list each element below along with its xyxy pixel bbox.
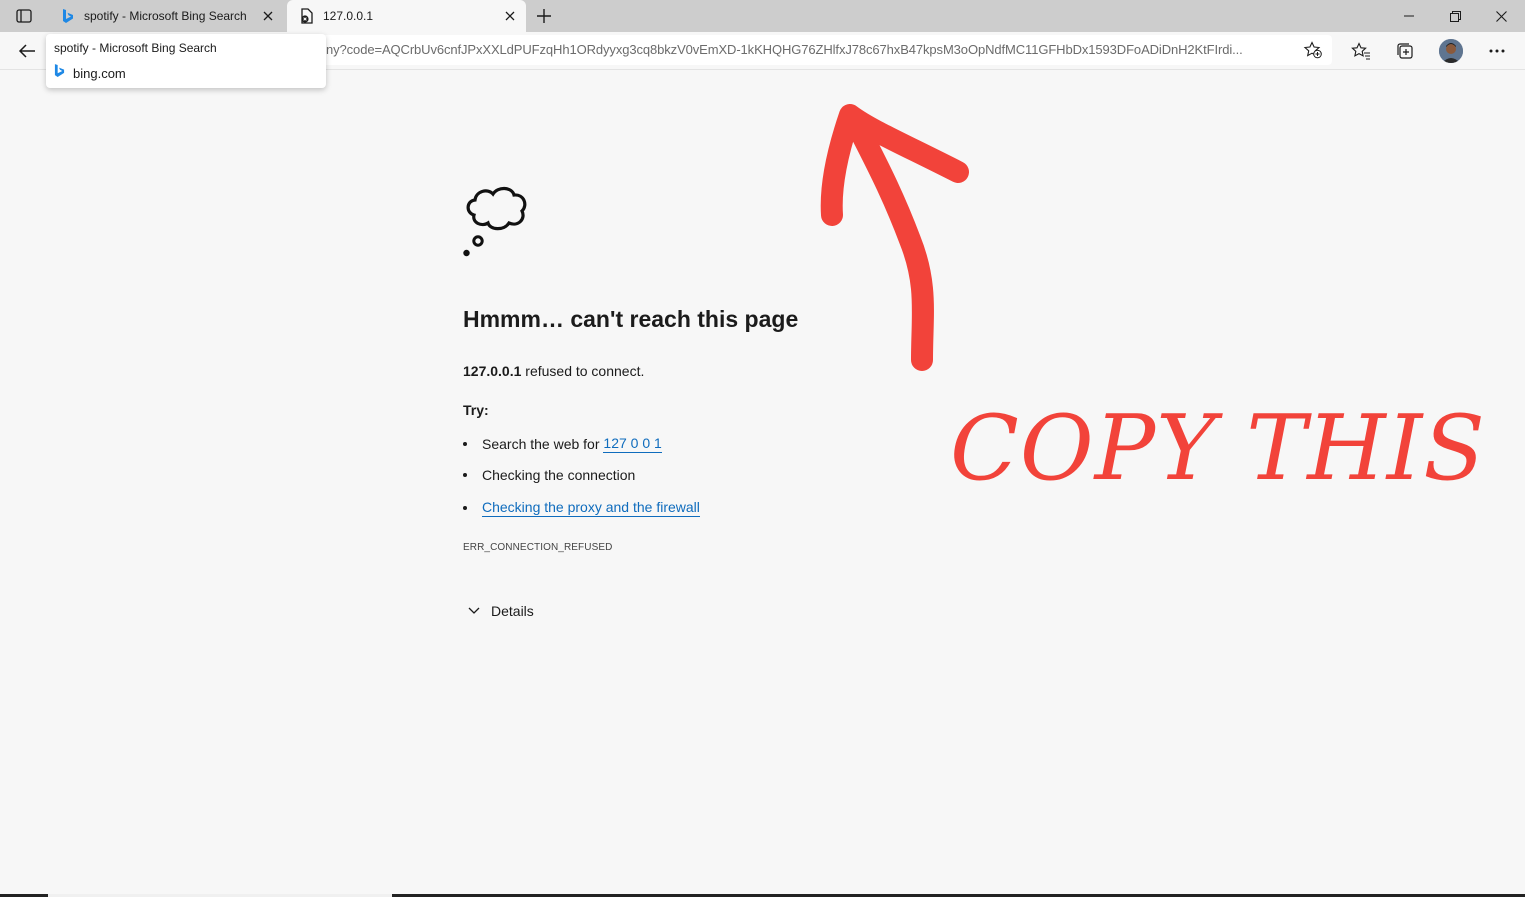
- details-label: Details: [491, 603, 534, 619]
- suggestion-search-text: Search the web for: [482, 436, 604, 452]
- chevron-down-icon: [463, 600, 485, 622]
- settings-more-button[interactable]: [1482, 36, 1512, 66]
- document-error-icon: [299, 8, 315, 24]
- tab-strip: spotify - Microsoft Bing Search 127.0.0.…: [0, 0, 1525, 32]
- close-window-button[interactable]: [1478, 0, 1524, 32]
- plus-icon: [537, 9, 551, 23]
- bing-icon: [54, 64, 65, 83]
- minimize-icon: [1404, 15, 1414, 17]
- hover-card-domain-row: bing.com: [54, 64, 126, 83]
- favorites-star-list-icon: [1351, 42, 1370, 60]
- tab-actions-menu-button[interactable]: [10, 5, 38, 27]
- tab-hover-card: spotify - Microsoft Bing Search bing.com: [46, 34, 326, 88]
- try-label: Try:: [463, 402, 489, 418]
- bullet-dot: [463, 473, 467, 477]
- close-icon: [505, 11, 515, 21]
- tab-localhost[interactable]: 127.0.0.1: [287, 0, 526, 32]
- tab-bing-search[interactable]: spotify - Microsoft Bing Search: [48, 0, 284, 32]
- minimize-button[interactable]: [1386, 0, 1432, 32]
- tab-title: 127.0.0.1: [323, 9, 374, 23]
- annotation-arrow: [820, 104, 969, 371]
- close-tab-button[interactable]: [256, 4, 280, 28]
- error-host: 127.0.0.1: [463, 363, 522, 379]
- bullet-dot: [463, 506, 467, 510]
- arrow-left-icon: [18, 44, 35, 58]
- error-message-text: refused to connect.: [521, 363, 645, 379]
- url-text[interactable]: ny?code=AQCrbUv6cnfJPxXXLdPUFzqHh1ORdyyx…: [326, 42, 1288, 57]
- details-button[interactable]: Details: [463, 600, 534, 622]
- profile-button[interactable]: [1436, 36, 1466, 66]
- suggestion-connection-text: Checking the connection: [482, 467, 636, 483]
- close-icon: [1495, 10, 1507, 22]
- avatar: [1439, 39, 1463, 63]
- thought-cloud-icon: [463, 186, 527, 257]
- annotation-text: COPY THIS: [950, 396, 1486, 501]
- hover-card-domain: bing.com: [73, 66, 126, 81]
- close-icon: [263, 11, 273, 21]
- restore-button[interactable]: [1432, 0, 1478, 32]
- restore-icon: [1449, 10, 1461, 22]
- back-button[interactable]: [12, 36, 42, 66]
- page-title: Hmmm… can't reach this page: [463, 306, 799, 332]
- suggestion-connection: Checking the connection: [463, 467, 635, 483]
- favorites-button[interactable]: [1346, 36, 1376, 66]
- suggestion-proxy: Checking the proxy and the firewall: [463, 499, 700, 517]
- tab-actions-icon: [16, 9, 32, 23]
- star-add-icon: [1303, 41, 1322, 59]
- error-code: ERR_CONNECTION_REFUSED: [463, 542, 613, 553]
- search-web-link[interactable]: 127 0 0 1: [603, 435, 662, 453]
- bullet-dot: [463, 442, 467, 446]
- close-tab-button[interactable]: [498, 4, 522, 28]
- hover-card-title: spotify - Microsoft Bing Search: [54, 41, 217, 55]
- add-to-favorites-button[interactable]: [1302, 40, 1324, 60]
- error-message: 127.0.0.1 refused to connect.: [463, 363, 644, 379]
- address-bar[interactable]: ny?code=AQCrbUv6cnfJPxXXLdPUFzqHh1ORdyyx…: [292, 35, 1332, 65]
- bing-icon: [60, 8, 76, 24]
- collections-icon: [1397, 43, 1413, 59]
- collections-button[interactable]: [1390, 36, 1420, 66]
- tab-title: spotify - Microsoft Bing Search: [84, 9, 247, 23]
- suggestion-search: Search the web for 127 0 0 1: [463, 435, 662, 453]
- proxy-firewall-link[interactable]: Checking the proxy and the firewall: [482, 499, 700, 517]
- more-horizontal-icon: [1489, 49, 1505, 53]
- new-tab-button[interactable]: [530, 4, 558, 28]
